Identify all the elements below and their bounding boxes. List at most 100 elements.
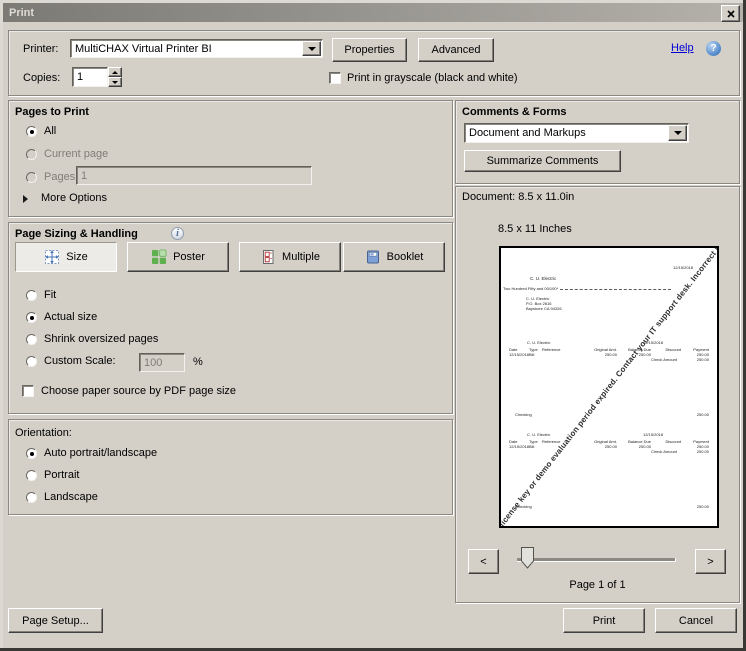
radio-shrink[interactable] <box>26 334 37 345</box>
grayscale-checkbox[interactable] <box>329 72 341 84</box>
copies-stepper-up[interactable] <box>108 67 122 77</box>
booklet-icon <box>366 250 379 264</box>
cancel-button[interactable]: Cancel <box>655 608 737 633</box>
paper-size-label: 8.5 x 11 Inches <box>498 223 572 235</box>
window-title: Print <box>9 6 35 19</box>
print-button[interactable]: Print <box>563 608 645 633</box>
radio-auto-orientation[interactable] <box>26 448 37 459</box>
check-date: 12/15/2018 <box>673 265 694 270</box>
more-options-label[interactable]: More Options <box>41 192 107 204</box>
check-stub: C. U. Electric 12/15/2018 Date Type Refe… <box>509 432 713 510</box>
check-payee: C. U. Electric <box>530 276 557 281</box>
page-setup-button[interactable]: Page Setup... <box>8 608 103 633</box>
stub-row-date: 12/15/2018 <box>509 352 530 357</box>
check-amount-words: Two Hundred Fifty and 00/100* <box>503 286 559 291</box>
help-icon[interactable]: ? <box>706 41 721 56</box>
help-link[interactable]: Help <box>671 42 694 54</box>
stub-date: 12/15/2018 <box>642 432 663 437</box>
paper-source-label: Choose paper source by PDF page size <box>41 385 237 397</box>
copies-input[interactable]: 1 <box>72 67 108 87</box>
radio-all[interactable] <box>26 126 37 137</box>
page-slider-track[interactable] <box>517 558 676 562</box>
radio-custom-scale[interactable] <box>26 356 37 367</box>
stub-account-amount: 250.00 <box>696 504 709 509</box>
stub-account-amount: 250.00 <box>696 412 709 417</box>
pages-range-value: 1 <box>81 169 88 182</box>
check-address-line3: Bayshore CA 94326 <box>526 306 562 311</box>
poster-toggle-button[interactable]: Poster <box>127 242 229 272</box>
page-slider-thumb[interactable] <box>521 547 534 569</box>
more-options-arrow-icon <box>23 195 28 203</box>
document-size-label: Document: 8.5 x 11.0in <box>462 191 575 203</box>
arrow-up-icon <box>112 70 118 74</box>
radio-landscape-label: Landscape <box>44 491 98 503</box>
comments-dropdown-button[interactable] <box>668 125 687 141</box>
preview-panel: Document: 8.5 x 11.0in 8.5 x 11 Inches I… <box>455 186 740 603</box>
page-sizing-title: Page Sizing & Handling <box>15 228 138 240</box>
paper-source-checkbox[interactable] <box>22 385 34 397</box>
page-sizing-group: Page Sizing & Handling i Size Poster Mul… <box>8 222 453 414</box>
radio-dot <box>29 315 34 320</box>
next-page-button[interactable]: > <box>695 549 726 574</box>
radio-fit[interactable] <box>26 290 37 301</box>
comments-forms-select-value: Document and Markups <box>469 127 586 139</box>
grayscale-label: Print in grayscale (black and white) <box>347 72 518 84</box>
printer-select-value: MultiCHAX Virtual Printer BI <box>75 42 212 55</box>
radio-current-page <box>26 149 37 160</box>
stub-col-reference: Reference <box>542 439 561 444</box>
stub-check-amount: 250.00 <box>696 449 709 454</box>
percent-label: % <box>193 356 203 368</box>
check-stub: C. U. Electric 12/15/2018 Date Type Refe… <box>509 340 713 418</box>
size-toggle-button[interactable]: Size <box>15 242 117 272</box>
prev-page-button[interactable]: < <box>468 549 499 574</box>
radio-custom-scale-label: Custom Scale: <box>44 355 116 367</box>
radio-dot <box>29 451 34 456</box>
page-indicator: Page 1 of 1 <box>569 579 626 591</box>
radio-pages-label: Pages <box>44 171 76 183</box>
more-options-toggle[interactable] <box>23 194 28 206</box>
radio-landscape[interactable] <box>26 492 37 503</box>
stub-row-type: Bill <box>529 352 535 357</box>
radio-shrink-label: Shrink oversized pages <box>44 333 159 345</box>
check-amount-words-row: Two Hundred Fifty and 00/100* <box>503 286 671 291</box>
orientation-title: Orientation: <box>15 427 72 439</box>
stub-company: C. U. Electric <box>527 340 551 345</box>
stub-check-amount: 250.00 <box>696 357 709 362</box>
printer-dropdown-button[interactable] <box>302 41 321 56</box>
custom-scale-value: 100 <box>144 356 163 369</box>
prev-page-icon: < <box>480 555 487 568</box>
radio-all-label: All <box>44 125 57 137</box>
stub-col-discount: Discount <box>665 439 681 444</box>
stub-row-date: 12/15/2018 <box>509 444 530 449</box>
radio-actual-size[interactable] <box>26 312 37 323</box>
copies-stepper-down[interactable] <box>108 77 122 87</box>
close-button[interactable] <box>721 5 740 22</box>
size-icon <box>45 250 60 264</box>
booklet-button-label: Booklet <box>386 251 424 263</box>
radio-portrait[interactable] <box>26 470 37 481</box>
pages-to-print-group: Pages to Print All Current page Pages 1 … <box>8 100 453 217</box>
comments-forms-select[interactable]: Document and Markups <box>464 123 689 143</box>
print-button-label: Print <box>592 614 616 627</box>
summarize-comments-button[interactable]: Summarize Comments <box>464 150 621 172</box>
copies-value: 1 <box>77 71 84 83</box>
printer-select[interactable]: MultiCHAX Virtual Printer BI <box>70 39 323 58</box>
comments-forms-title: Comments & Forms <box>462 106 567 118</box>
chevron-down-icon <box>307 46 316 51</box>
booklet-toggle-button[interactable]: Booklet <box>343 242 445 272</box>
properties-button-label: Properties <box>344 44 395 56</box>
radio-dot <box>29 129 34 134</box>
radio-actual-size-label: Actual size <box>44 311 98 323</box>
info-icon[interactable]: i <box>171 227 184 240</box>
stub-original-amt: 250.00 <box>604 352 617 357</box>
radio-auto-orientation-label: Auto portrait/landscape <box>44 447 158 459</box>
amount-fill-line <box>560 289 671 290</box>
poster-button-label: Poster <box>173 251 205 263</box>
stub-date: 12/15/2018 <box>642 340 663 345</box>
multiple-toggle-button[interactable]: Multiple <box>239 242 341 272</box>
size-button-label: Size <box>66 251 88 263</box>
cancel-button-label: Cancel <box>678 614 714 627</box>
advanced-button[interactable]: Advanced <box>418 38 494 62</box>
properties-button[interactable]: Properties <box>332 38 407 62</box>
pages-range-input: 1 <box>76 166 312 185</box>
